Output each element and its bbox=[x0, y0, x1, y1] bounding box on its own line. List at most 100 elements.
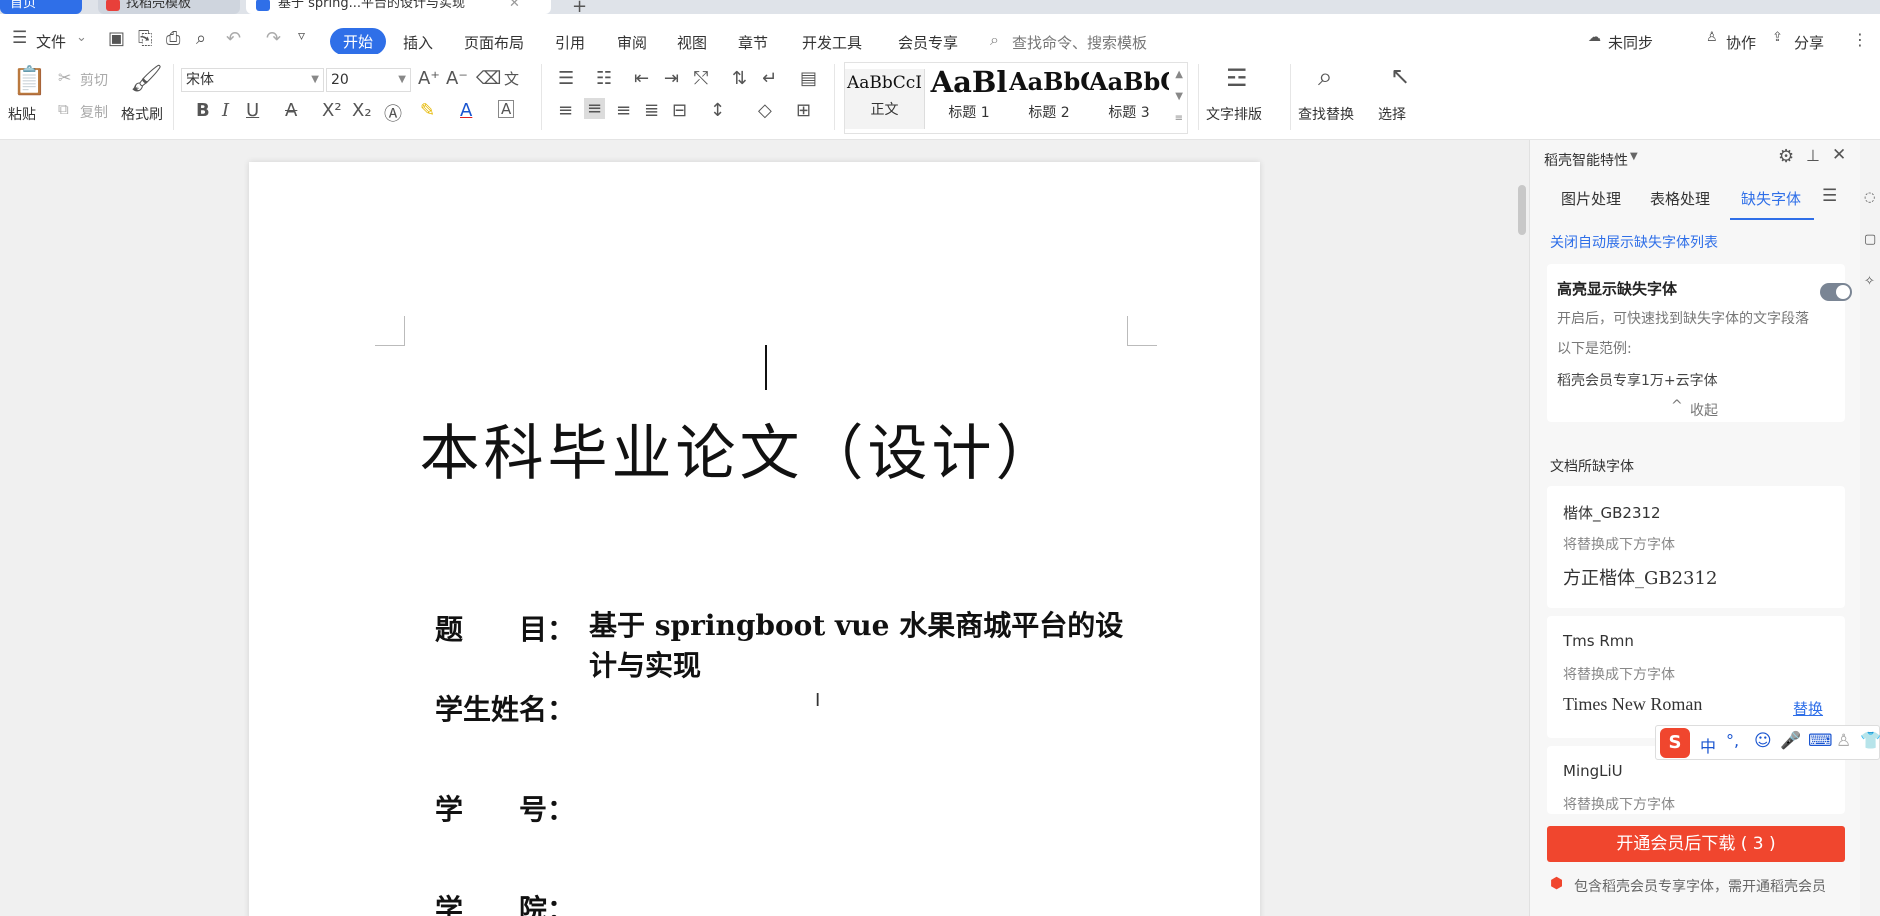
styles-scroll-up-icon[interactable]: ▲ bbox=[1175, 69, 1183, 80]
distribute-icon[interactable]: ⊟ bbox=[672, 100, 687, 121]
grow-font-icon[interactable]: A⁺ bbox=[418, 68, 440, 89]
redo-icon[interactable]: ↷ bbox=[266, 28, 281, 49]
close-icon[interactable]: ✕ bbox=[1832, 145, 1846, 165]
italic-icon[interactable]: I bbox=[222, 100, 229, 121]
copy-button[interactable]: 复制 bbox=[80, 102, 108, 122]
missing-font-card-2[interactable]: Tms Rmn 将替换成下方字体 Times New Roman 替换 bbox=[1547, 616, 1845, 738]
find-replace-button[interactable]: 查找替换 bbox=[1298, 104, 1354, 124]
text-layout-button[interactable]: 文字排版 bbox=[1206, 104, 1262, 124]
field-value-topic[interactable]: 基于 springboot vue 水果商城平台的设计与实现 bbox=[589, 606, 1149, 686]
tab-view[interactable]: 视图 bbox=[677, 32, 707, 53]
line-spacing-icon[interactable]: ↕ bbox=[710, 100, 725, 121]
share-button[interactable]: 分享 bbox=[1794, 32, 1824, 53]
hamburger-icon[interactable]: ☰ bbox=[12, 28, 27, 48]
tab-start[interactable]: 开始 bbox=[330, 28, 387, 55]
new-tab-button[interactable]: + bbox=[572, 0, 587, 14]
cut-button[interactable]: 剪切 bbox=[80, 70, 108, 90]
style-heading-3[interactable]: AaBbC 标题 3 bbox=[1089, 67, 1169, 122]
document-page[interactable]: 本科毕业论文（设计） 题 目： 基于 springboot vue 水果商城平台… bbox=[249, 162, 1260, 916]
print-preview-icon[interactable]: ⌕ bbox=[196, 28, 206, 49]
sync-status[interactable]: 未同步 bbox=[1608, 32, 1653, 53]
download-with-membership-button[interactable]: 开通会员后下载 ( 3 ) bbox=[1547, 826, 1845, 862]
paste-button[interactable]: 粘贴 bbox=[8, 104, 36, 124]
underline-icon[interactable]: U bbox=[246, 100, 259, 121]
increase-indent-icon[interactable]: ⇥ bbox=[664, 68, 679, 89]
replace-button[interactable]: 替换 bbox=[1793, 698, 1823, 719]
microphone-icon[interactable]: 🎤 bbox=[1780, 731, 1801, 751]
missing-font-card-1[interactable]: 楷体_GB2312 将替换成下方字体 方正楷体_GB2312 bbox=[1547, 486, 1845, 608]
gear-icon[interactable]: ⚙ bbox=[1778, 146, 1794, 167]
chevron-down-icon[interactable]: ⌄ bbox=[76, 30, 87, 45]
undo-icon[interactable]: ↶ bbox=[226, 28, 241, 49]
shading-icon[interactable]: ◇ bbox=[758, 100, 772, 121]
tab-table-processing[interactable]: 表格处理 bbox=[1650, 188, 1710, 209]
file-menu[interactable]: 文件 bbox=[36, 31, 66, 52]
table-grid-icon[interactable]: ▤ bbox=[800, 68, 817, 89]
emoji-icon[interactable]: ☺ bbox=[1754, 731, 1772, 751]
style-normal[interactable]: AaBbCcI 正文 bbox=[845, 69, 925, 129]
tab-review[interactable]: 审阅 bbox=[617, 32, 647, 53]
tab-section[interactable]: 章节 bbox=[738, 32, 768, 53]
style-heading-1[interactable]: AaBl 标题 1 bbox=[929, 65, 1009, 122]
justify-icon[interactable]: ≣ bbox=[644, 100, 659, 121]
pinyin-guide-icon[interactable]: 文 bbox=[504, 68, 519, 89]
punctuation-icon[interactable]: °, bbox=[1726, 731, 1739, 750]
subscript-icon[interactable]: X₂ bbox=[352, 100, 372, 121]
chinese-layout-icon[interactable]: ⤲ bbox=[694, 68, 708, 89]
tab-page-layout[interactable]: 页面布局 bbox=[464, 32, 524, 53]
char-border-icon[interactable]: A bbox=[498, 100, 515, 118]
superscript-icon[interactable]: X² bbox=[322, 100, 342, 121]
panel-menu-icon[interactable]: ☰ bbox=[1822, 186, 1837, 206]
show-marks-icon[interactable]: ↵ bbox=[762, 68, 777, 89]
font-size-select[interactable]: 20 ▼ bbox=[326, 68, 411, 92]
highlight-icon[interactable]: ✎ bbox=[420, 100, 435, 121]
keyboard-icon[interactable]: ⌨ bbox=[1808, 731, 1833, 751]
sort-icon[interactable]: ⇅ bbox=[732, 68, 747, 89]
ime-mode-toggle[interactable]: 中 bbox=[1700, 733, 1716, 757]
tab-template[interactable]: 找稻壳模板 bbox=[98, 0, 240, 14]
collapse-button[interactable]: 收起 bbox=[1690, 400, 1718, 420]
highlight-toggle[interactable] bbox=[1820, 283, 1852, 301]
collaborate-button[interactable]: 协作 bbox=[1726, 32, 1756, 53]
select-button[interactable]: 选择 bbox=[1378, 104, 1406, 124]
skin-icon[interactable]: 👕 bbox=[1860, 731, 1880, 751]
document-scrollbar[interactable] bbox=[1515, 140, 1529, 916]
bold-icon[interactable]: B bbox=[196, 100, 210, 121]
command-search-input[interactable]: 查找命令、搜索模板 bbox=[1012, 32, 1147, 53]
export-pdf-icon[interactable]: ⎘ bbox=[138, 28, 152, 49]
numbered-list-icon[interactable]: ☷ bbox=[596, 68, 612, 89]
shrink-font-icon[interactable]: A⁻ bbox=[446, 68, 468, 89]
font-name-select[interactable]: 宋体 ▼ bbox=[181, 68, 324, 92]
clear-format-icon[interactable]: ⌫ bbox=[476, 68, 501, 89]
tab-insert[interactable]: 插入 bbox=[403, 32, 433, 53]
pin-icon[interactable]: ⊥ bbox=[1806, 146, 1820, 165]
user-icon[interactable]: ♙ bbox=[1836, 731, 1851, 751]
tab-home[interactable]: 首页 bbox=[0, 0, 82, 14]
text-effect-icon[interactable]: Ⓐ bbox=[384, 100, 402, 126]
tab-member[interactable]: 会员专享 bbox=[898, 32, 958, 53]
font-color-icon[interactable]: A bbox=[460, 100, 472, 121]
side-tool-1-icon[interactable]: ◌ bbox=[1864, 190, 1875, 205]
panel-header[interactable]: 稻壳智能特性 bbox=[1544, 150, 1628, 170]
side-tool-3-icon[interactable]: ✧ bbox=[1864, 274, 1875, 289]
format-painter-button[interactable]: 格式刷 bbox=[121, 104, 163, 124]
style-heading-2[interactable]: AaBbC 标题 2 bbox=[1009, 67, 1089, 122]
close-tab-icon[interactable]: ✕ bbox=[509, 0, 520, 14]
side-tool-2-icon[interactable]: ▢ bbox=[1864, 232, 1876, 247]
strikethrough-icon[interactable]: A bbox=[285, 100, 297, 121]
print-icon[interactable]: ⎙ bbox=[166, 28, 180, 49]
scrollbar-thumb[interactable] bbox=[1518, 185, 1526, 235]
bullet-list-icon[interactable]: ☰ bbox=[558, 68, 574, 89]
styles-scroll-down-icon[interactable]: ▼ bbox=[1175, 91, 1183, 102]
save-icon[interactable]: ▣ bbox=[108, 28, 125, 49]
more-vertical-icon[interactable]: ⋮ bbox=[1852, 30, 1868, 49]
close-auto-show-link[interactable]: 关闭自动展示缺失字体列表 bbox=[1550, 232, 1718, 252]
tab-developer[interactable]: 开发工具 bbox=[802, 32, 862, 53]
paste-icon[interactable]: 📋 bbox=[12, 64, 47, 97]
align-right-icon[interactable]: ≡ bbox=[616, 100, 631, 121]
tab-document[interactable]: 基于 spring...平台的设计与实现 ✕ bbox=[246, 0, 551, 14]
borders-icon[interactable]: ⊞ bbox=[796, 100, 811, 121]
decrease-indent-icon[interactable]: ⇤ bbox=[634, 68, 649, 89]
panel-header-dropdown-icon[interactable]: ▼ bbox=[1630, 151, 1638, 162]
quick-access-more-icon[interactable]: ▿ bbox=[298, 28, 305, 44]
